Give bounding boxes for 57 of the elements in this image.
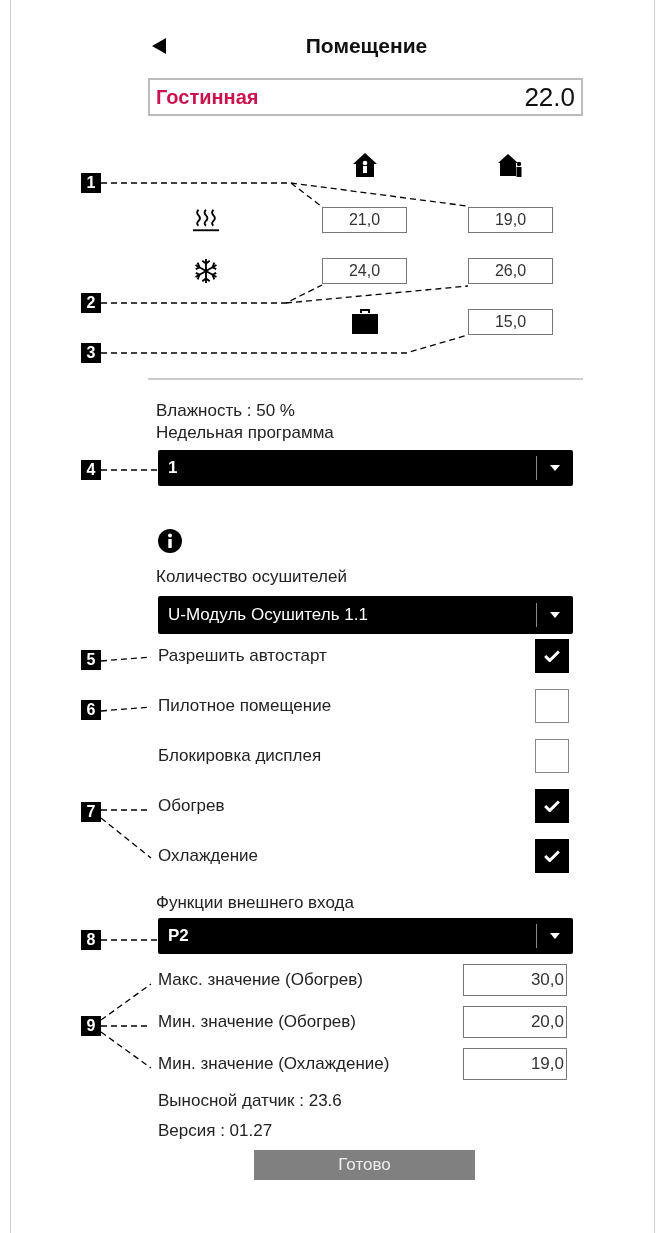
- check-icon: [544, 800, 560, 812]
- info-icon[interactable]: [158, 529, 182, 553]
- checkbox[interactable]: [535, 839, 569, 873]
- caret-icon: [550, 465, 560, 471]
- option-label: Пилотное помещение: [158, 696, 332, 716]
- limit-label: Мин. значение (Обогрев): [158, 1012, 356, 1032]
- checkbox[interactable]: [535, 689, 569, 723]
- checkbox[interactable]: [535, 739, 569, 773]
- callout-number: 6: [81, 700, 101, 720]
- callout-number: 5: [81, 650, 101, 670]
- option-label: Блокировка дисплея: [158, 746, 322, 766]
- snowflake-icon: [192, 258, 220, 284]
- callout-number: 4: [81, 460, 101, 480]
- house-person-icon: [351, 152, 378, 178]
- house-info-icon: [497, 152, 524, 178]
- leader-line: [100, 809, 152, 859]
- suitcase-icon: [350, 309, 379, 335]
- callout-number: 8: [81, 930, 101, 950]
- humidity-text: Влажность : 50 %: [156, 400, 296, 422]
- option-label: Охлаждение: [158, 846, 258, 866]
- version-text: Версия : 01.27: [158, 1120, 274, 1142]
- caret-icon: [550, 612, 560, 618]
- limit-value-field[interactable]: 19,0: [463, 1048, 567, 1080]
- external-input-dropdown[interactable]: P2: [158, 918, 573, 954]
- leader-line: [100, 469, 159, 471]
- comfort-temperature-field[interactable]: 24,0: [322, 258, 407, 284]
- option-label: Разрешить автостарт: [158, 646, 327, 666]
- weekly-program-dropdown[interactable]: 1: [158, 450, 573, 486]
- economy-temperature-field[interactable]: 15,0: [468, 309, 553, 335]
- limit-label: Макс. значение (Обогрев): [158, 970, 363, 990]
- remote-sensor-text: Выносной датчик : 23.6: [158, 1090, 343, 1112]
- checkbox[interactable]: [535, 639, 569, 673]
- back-arrow-icon[interactable]: [152, 38, 166, 54]
- checkbox[interactable]: [535, 789, 569, 823]
- check-icon: [544, 850, 560, 862]
- economy-temperature-field[interactable]: 26,0: [468, 258, 553, 284]
- dehumidifier-count-label: Количество осушителей: [156, 566, 348, 588]
- callout-number: 3: [81, 343, 101, 363]
- room-field[interactable]: Гостинная 22.0: [148, 78, 583, 116]
- limit-value-field[interactable]: 30,0: [463, 964, 567, 996]
- weekly-program-label: Недельная программа: [156, 422, 335, 444]
- limit-label: Мин. значение (Охлаждение): [158, 1054, 390, 1074]
- callout-number: 2: [81, 293, 101, 313]
- leader-line: [100, 939, 159, 941]
- comfort-temperature-field[interactable]: 21,0: [322, 207, 407, 233]
- page-title: Помещение: [305, 34, 428, 58]
- limit-value-field[interactable]: 20,0: [463, 1006, 567, 1038]
- callout-number: 7: [81, 802, 101, 822]
- dehumidifier-dropdown[interactable]: U-Модуль Осушитель 1.1: [158, 596, 573, 634]
- callout-number: 9: [81, 1016, 101, 1036]
- option-label: Обогрев: [158, 796, 225, 816]
- check-icon: [544, 650, 560, 662]
- external-input-label: Функции внешнего входа: [156, 892, 355, 914]
- economy-temperature-field[interactable]: 19,0: [468, 207, 553, 233]
- heat-waves-icon: [192, 207, 220, 233]
- caret-icon: [550, 933, 560, 939]
- callout-number: 1: [81, 173, 101, 193]
